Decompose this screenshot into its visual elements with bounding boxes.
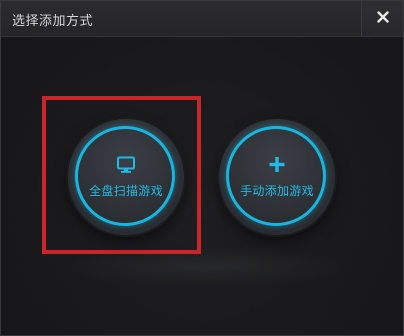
close-icon [377,11,389,23]
manual-button-label: 手动添加游戏 [240,184,314,198]
manual-button-ring [226,126,326,226]
scan-button-label: 全盘扫描游戏 [89,184,163,198]
close-button[interactable] [361,1,403,36]
full-disk-scan-button[interactable]: 全盘扫描游戏 [68,119,184,235]
manual-add-button[interactable]: 手动添加游戏 [219,119,335,235]
add-method-options: 全盘扫描游戏 手动添加游戏 [1,37,403,335]
monitor-icon [117,156,135,173]
scan-button-ring [75,126,175,226]
dialog-title: 选择添加方式 [12,14,94,29]
add-game-dialog: 选择添加方式 全盘扫描游戏 手动添加游戏 [0,0,404,336]
title-bar: 选择添加方式 [1,1,403,37]
plus-icon [269,157,285,172]
